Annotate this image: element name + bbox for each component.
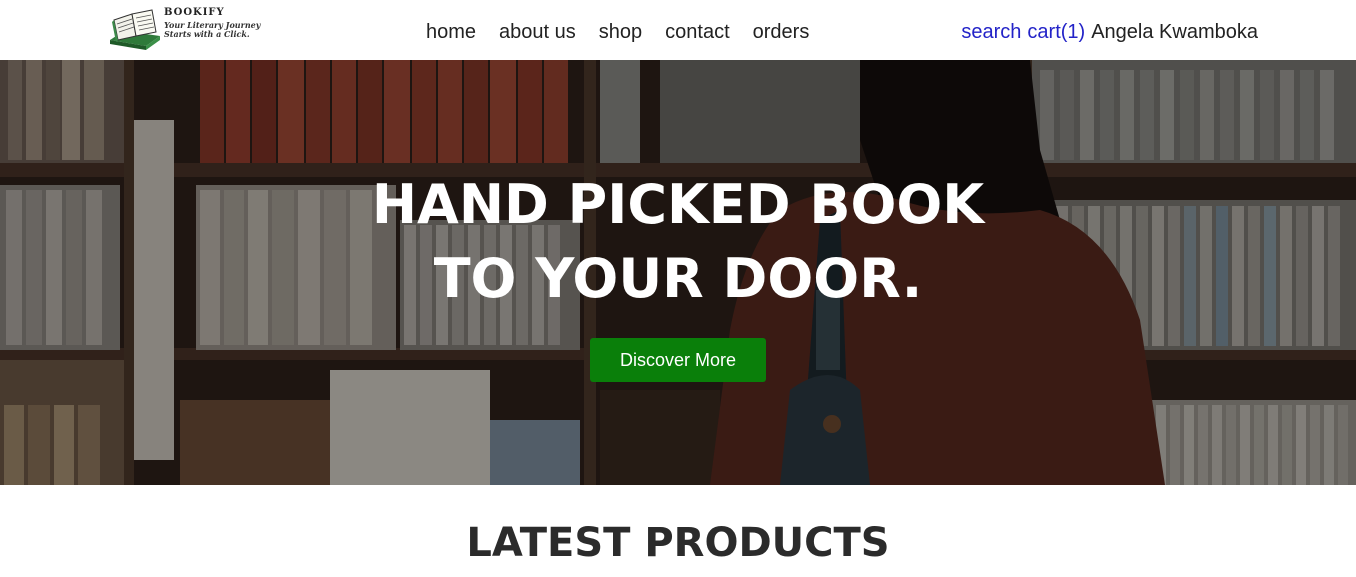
brand-name: BOOKIFY — [164, 7, 225, 18]
nav-contact[interactable]: contact — [665, 19, 729, 47]
username[interactable]: Angela Kwamboka — [1091, 19, 1258, 45]
brand-tagline: Your Literary Journey Starts with a Clic… — [164, 20, 261, 39]
latest-products-heading: LATEST PRODUCTS — [466, 520, 890, 566]
cart-link[interactable]: cart(1) — [1027, 19, 1085, 45]
hero-banner: HAND PICKED BOOK TO YOUR DOOR. Discover … — [0, 60, 1356, 485]
discover-more-button[interactable]: Discover More — [590, 338, 766, 382]
search-link[interactable]: search — [961, 19, 1021, 45]
hero-title-line1: HAND PICKED BOOK — [371, 173, 985, 236]
nav-home[interactable]: home — [426, 19, 476, 47]
site-header: BOOKIFY Your Literary Journey Starts wit… — [0, 0, 1356, 60]
main-nav: home about us shop contact orders — [426, 19, 809, 47]
books-stack-icon — [110, 9, 160, 50]
user-area: search cart(1) Angela Kwamboka — [961, 19, 1258, 45]
nav-about-us[interactable]: about us — [499, 19, 576, 47]
nav-shop[interactable]: shop — [599, 19, 642, 47]
brand-logo[interactable]: BOOKIFY Your Literary Journey Starts wit… — [106, 6, 266, 52]
nav-orders[interactable]: orders — [753, 19, 810, 47]
hero-title-line2: TO YOUR DOOR. — [433, 247, 923, 310]
hero-title: HAND PICKED BOOK TO YOUR DOOR. — [0, 168, 1356, 316]
